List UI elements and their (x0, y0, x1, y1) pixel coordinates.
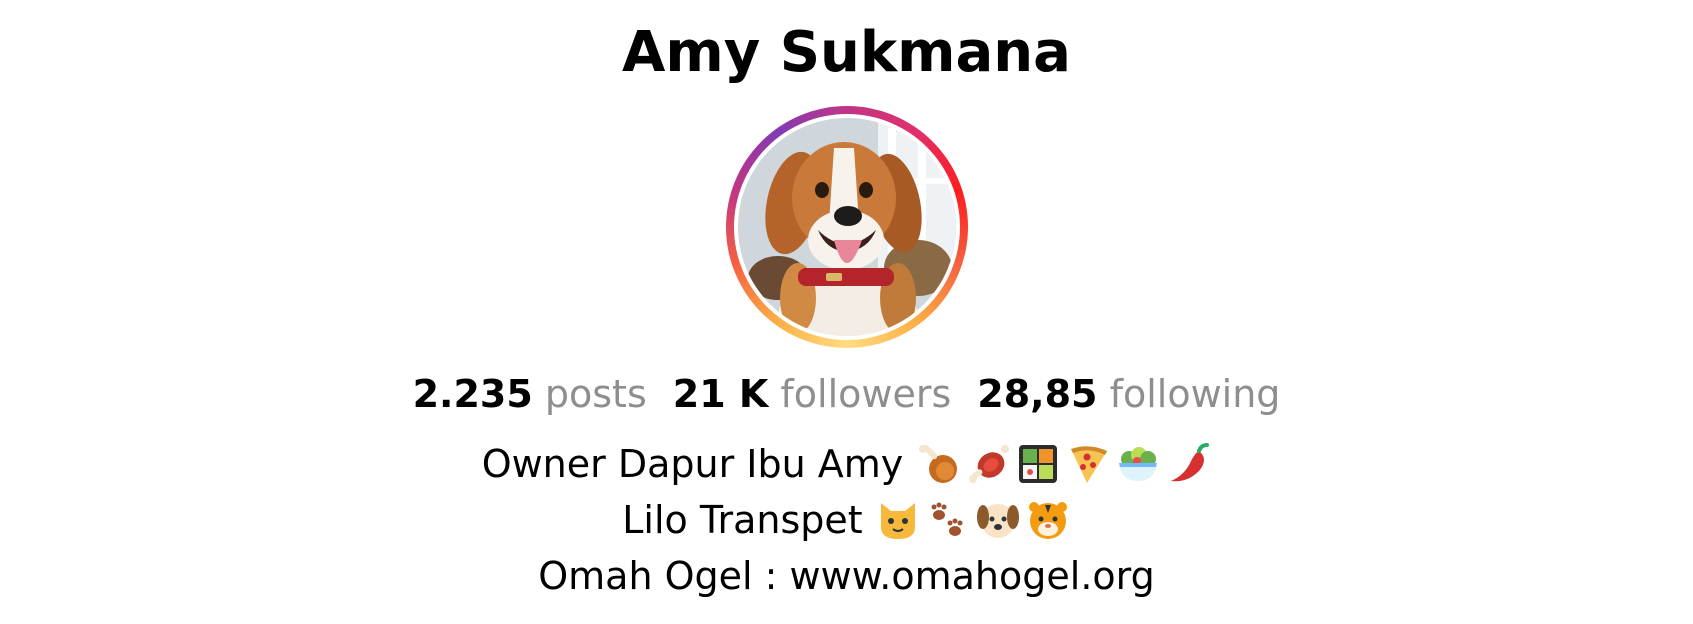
following-stat[interactable]: 28,85 following (977, 370, 1280, 418)
pizza-icon (1065, 441, 1111, 487)
bento-box-icon (1015, 441, 1061, 487)
followers-stat[interactable]: 21 K followers (673, 370, 952, 418)
beagle-dog-avatar-icon (737, 118, 956, 336)
bio-line-website: Omah Ogel : www.omahogel.org (482, 548, 1212, 604)
poultry-leg-icon (915, 441, 961, 487)
paw-prints-icon (925, 497, 971, 543)
following-count: 28,85 (977, 372, 1098, 416)
posts-label: posts (544, 372, 647, 416)
avatar[interactable] (737, 118, 956, 336)
stats-row: 2.235 posts 21 K followers 28,85 followi… (413, 370, 1281, 418)
posts-count: 2.235 (412, 372, 533, 416)
cat-face-icon (875, 497, 921, 543)
followers-count: 21 K (672, 372, 769, 416)
bio-line-3-text[interactable]: Omah Ogel : www.omahogel.org (538, 548, 1154, 604)
bio-line-2-text: Lilo Transpet (622, 498, 863, 542)
bio-line-business: Owner Dapur Ibu Amy (482, 436, 1212, 492)
dog-face-icon (975, 497, 1021, 543)
bio: Owner Dapur Ibu Amy Lilo Transpet Omah O… (482, 436, 1212, 604)
profile-name: Amy Sukmana (622, 20, 1071, 85)
tiger-face-icon (1025, 497, 1071, 543)
profile-header: Amy Sukmana 2.235 posts 21 K followers 2… (0, 0, 1693, 624)
bio-line-1-text: Owner Dapur Ibu Amy (481, 442, 904, 486)
story-ring[interactable] (725, 106, 968, 348)
followers-label: followers (780, 372, 952, 416)
bio-line-pets: Lilo Transpet (482, 492, 1212, 548)
hot-pepper-icon (1165, 441, 1211, 487)
meat-on-bone-icon (965, 441, 1011, 487)
salad-icon (1115, 441, 1161, 487)
following-label: following (1109, 372, 1281, 416)
posts-stat[interactable]: 2.235 posts (413, 370, 647, 418)
